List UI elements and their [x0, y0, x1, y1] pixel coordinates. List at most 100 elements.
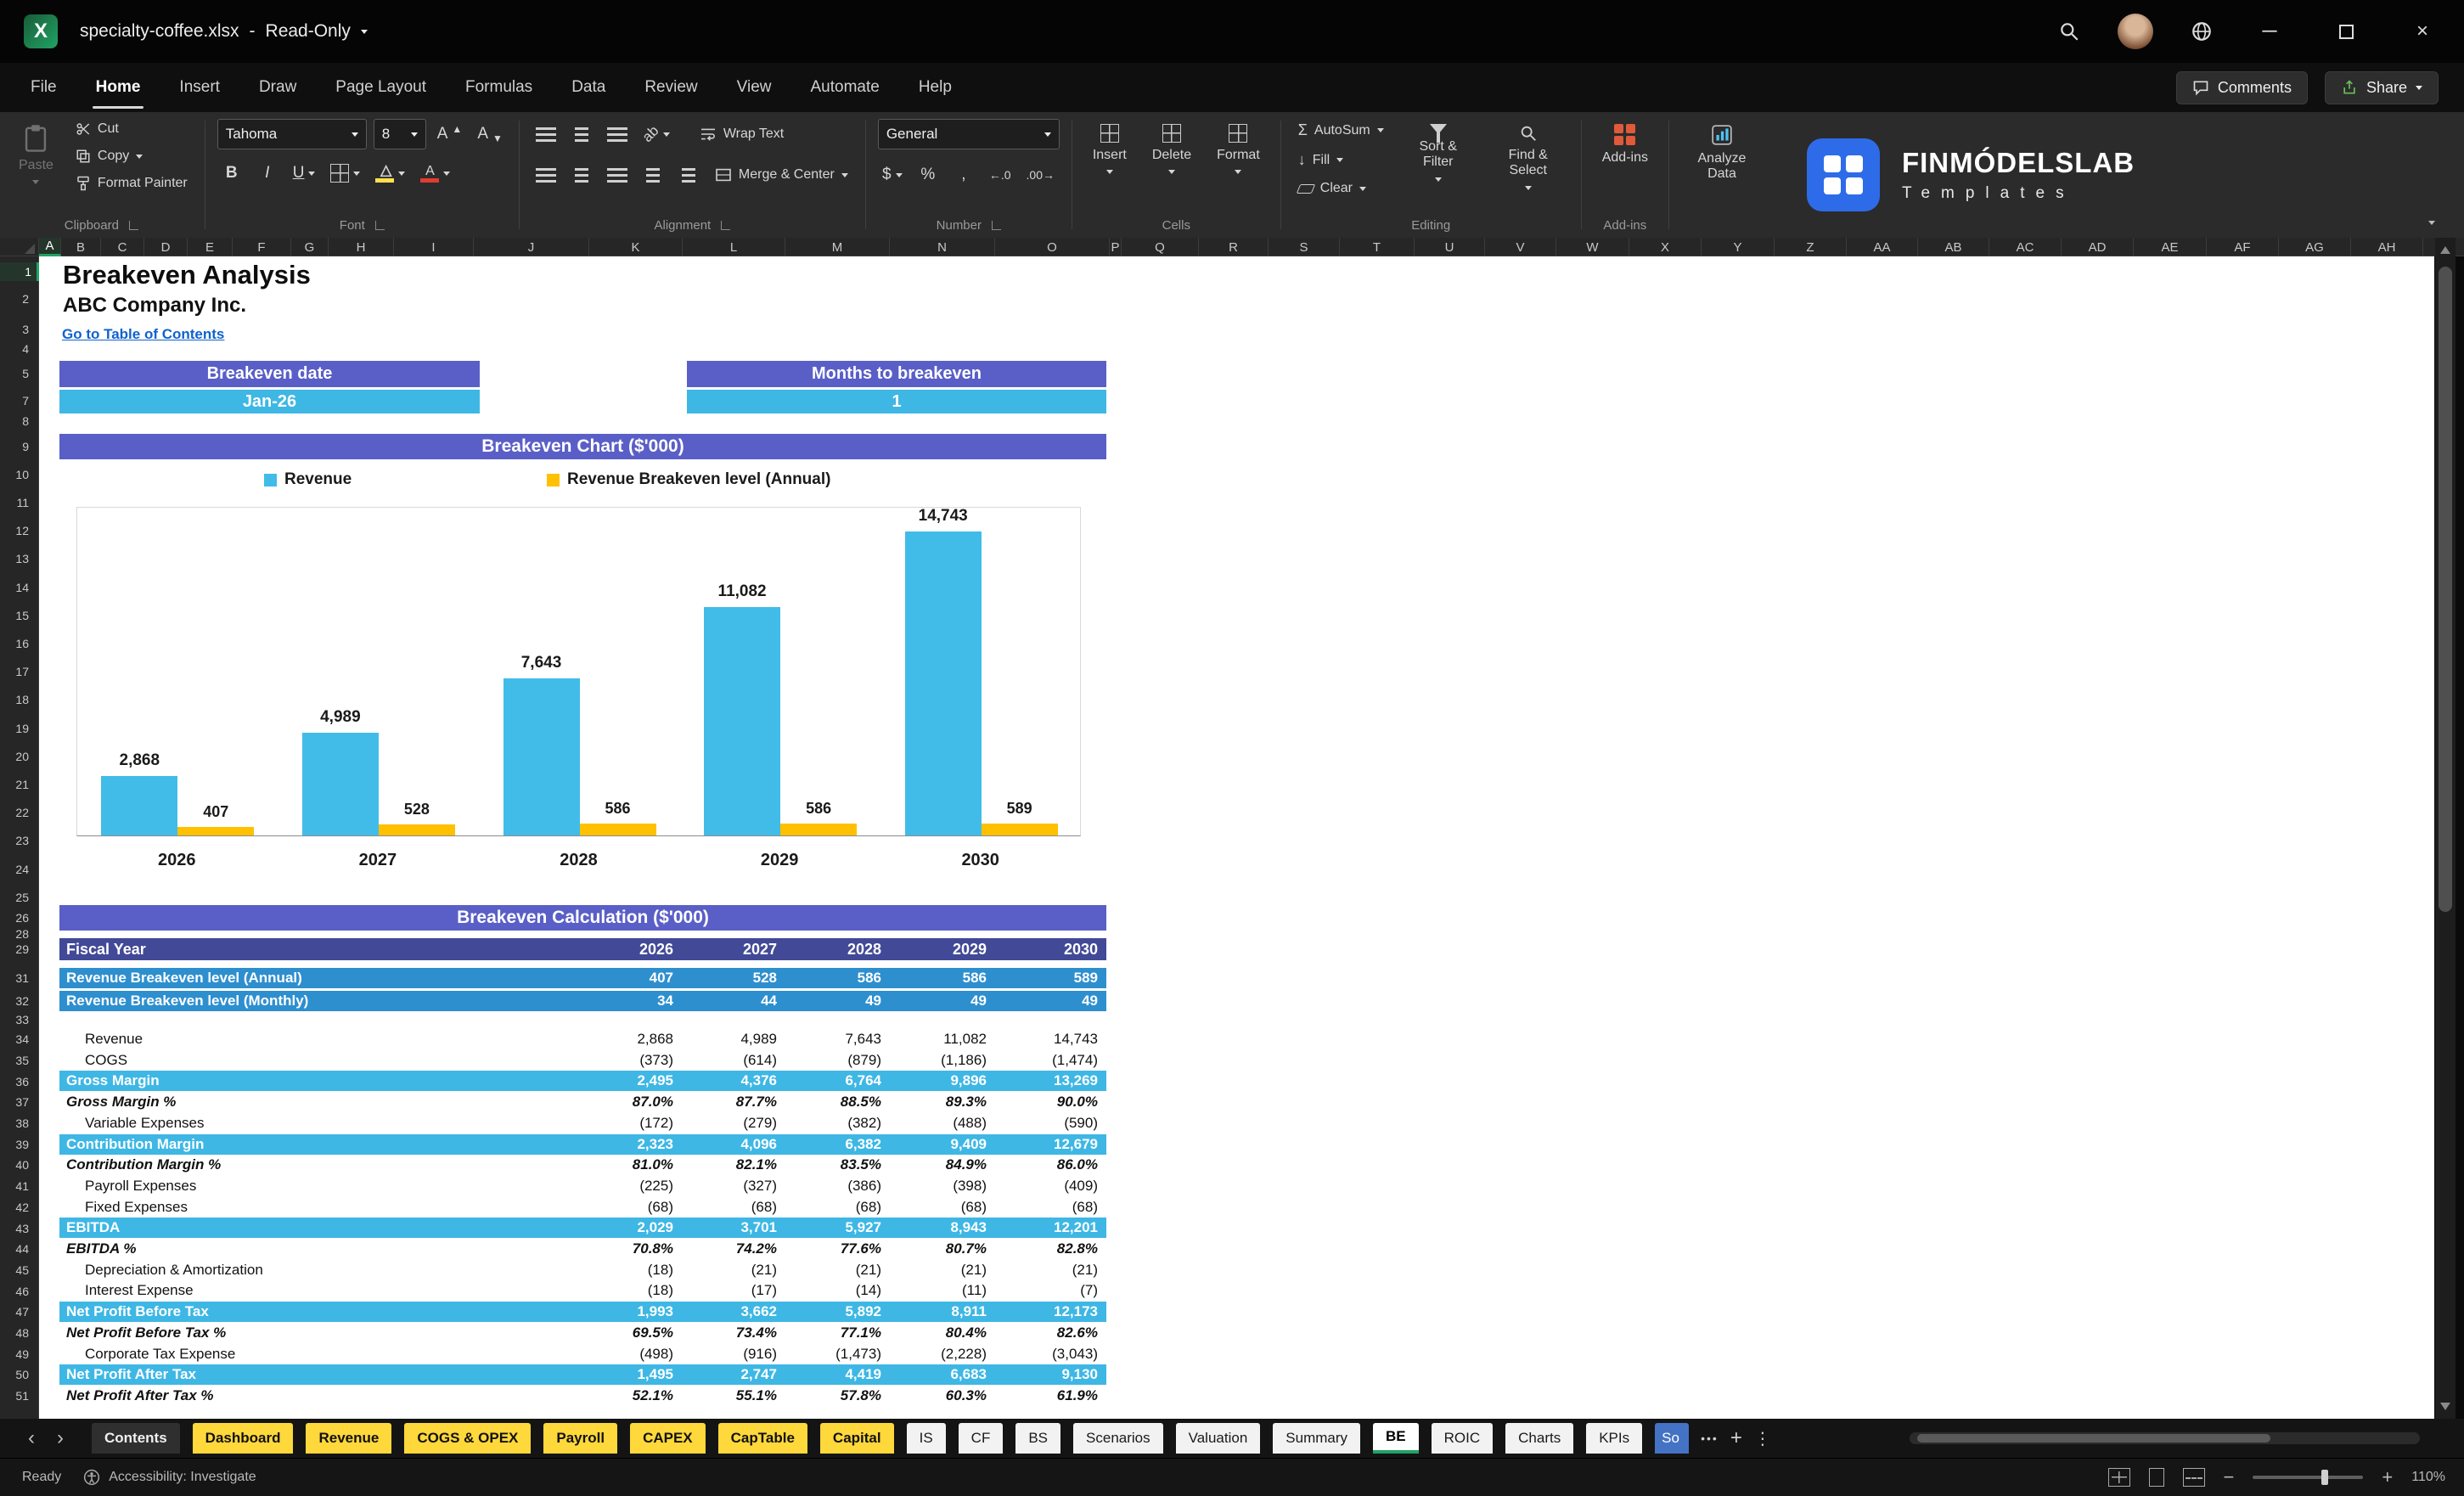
- align-center-button[interactable]: [567, 160, 596, 190]
- row-header-16[interactable]: 16: [0, 634, 34, 653]
- row-header-23[interactable]: 23: [0, 831, 34, 850]
- font-name-select[interactable]: Tahoma: [217, 119, 367, 149]
- row-header-51[interactable]: 51: [0, 1386, 34, 1405]
- column-header-O[interactable]: O: [995, 238, 1110, 256]
- user-avatar[interactable]: [2118, 14, 2153, 49]
- row-header-17[interactable]: 17: [0, 662, 34, 681]
- column-header-A[interactable]: A: [39, 238, 61, 256]
- sheet-tab-captable[interactable]: CapTable: [717, 1423, 807, 1454]
- bold-button[interactable]: B: [217, 158, 246, 188]
- menu-tab-formulas[interactable]: Formulas: [450, 63, 548, 112]
- column-header-E[interactable]: E: [188, 238, 233, 256]
- sheet-tab-kpis[interactable]: KPIs: [1586, 1423, 1643, 1454]
- normal-view-button[interactable]: [2107, 1468, 2130, 1487]
- format-cells-button[interactable]: Format: [1208, 119, 1269, 179]
- delete-cells-button[interactable]: Delete: [1144, 119, 1200, 179]
- sheet-tab-dashboard[interactable]: Dashboard: [192, 1423, 294, 1454]
- clipboard-dialog-launcher-icon[interactable]: [128, 221, 138, 230]
- paste-button[interactable]: Paste: [10, 119, 62, 194]
- accessibility-status[interactable]: Accessibility: Investigate: [83, 1469, 256, 1486]
- align-left-button[interactable]: [532, 160, 560, 190]
- row-header-35[interactable]: 35: [0, 1051, 34, 1070]
- row-header-29[interactable]: 29: [0, 940, 34, 959]
- row-header-47[interactable]: 47: [0, 1302, 34, 1321]
- sheet-tab-is[interactable]: IS: [906, 1423, 946, 1454]
- column-header-AH[interactable]: AH: [2351, 238, 2423, 256]
- zoom-level[interactable]: 110%: [2411, 1470, 2445, 1485]
- row-header-20[interactable]: 20: [0, 747, 34, 766]
- sheet-tab-be[interactable]: BE: [1373, 1423, 1419, 1454]
- row-header-9[interactable]: 9: [0, 437, 34, 456]
- sheet-tab-roic[interactable]: ROIC: [1431, 1423, 1494, 1454]
- row-header-48[interactable]: 48: [0, 1324, 34, 1342]
- column-header-AA[interactable]: AA: [1847, 238, 1918, 256]
- zoom-in-button[interactable]: +: [2382, 1466, 2393, 1488]
- decrease-font-button[interactable]: A ▼: [473, 119, 507, 149]
- row-header-11[interactable]: 11: [0, 493, 34, 512]
- menu-tab-insert[interactable]: Insert: [164, 63, 235, 112]
- column-header-AF[interactable]: AF: [2207, 238, 2279, 256]
- scroll-down-icon[interactable]: [2440, 1403, 2450, 1410]
- font-color-button[interactable]: A: [416, 158, 454, 188]
- row-header-25[interactable]: 25: [0, 888, 34, 907]
- sheet-tab-charts[interactable]: Charts: [1505, 1423, 1574, 1454]
- column-header-P[interactable]: P: [1110, 238, 1122, 256]
- row-header-41[interactable]: 41: [0, 1177, 34, 1195]
- menu-tab-data[interactable]: Data: [556, 63, 621, 112]
- column-header-AC[interactable]: AC: [1989, 238, 2062, 256]
- cut-button[interactable]: Cut: [70, 119, 193, 139]
- vertical-scrollbar[interactable]: [2435, 238, 2456, 1419]
- search-icon[interactable]: [2058, 20, 2080, 42]
- title-chevron-down-icon[interactable]: [360, 29, 368, 34]
- table-of-contents-link[interactable]: Go to Table of Contents: [62, 326, 224, 343]
- column-header-Q[interactable]: Q: [1122, 238, 1199, 256]
- column-header-C[interactable]: C: [101, 238, 144, 256]
- row-header-2[interactable]: 2: [0, 290, 34, 308]
- share-button[interactable]: Share: [2324, 70, 2439, 104]
- row-header-34[interactable]: 34: [0, 1030, 34, 1049]
- column-header-B[interactable]: B: [61, 238, 101, 256]
- row-header-45[interactable]: 45: [0, 1261, 34, 1279]
- percent-format-button[interactable]: %: [914, 160, 942, 190]
- text-orientation-button[interactable]: ab: [639, 119, 674, 149]
- row-header-38[interactable]: 38: [0, 1114, 34, 1133]
- add-sheet-button[interactable]: +: [1730, 1426, 1742, 1450]
- sheet-tab-scenarios[interactable]: Scenarios: [1073, 1423, 1163, 1454]
- next-sheet-button[interactable]: ›: [46, 1426, 75, 1450]
- sheet-tab-so[interactable]: So: [1655, 1423, 1690, 1454]
- increase-indent-button[interactable]: [674, 160, 703, 190]
- autosum-button[interactable]: Σ AutoSum: [1293, 119, 1389, 142]
- sheet-tab-revenue[interactable]: Revenue: [306, 1423, 392, 1454]
- clear-button[interactable]: Clear: [1293, 178, 1389, 199]
- page-break-view-button[interactable]: [2182, 1468, 2205, 1487]
- increase-font-button[interactable]: A ▲: [433, 119, 467, 149]
- row-header-33[interactable]: 33: [0, 1010, 34, 1029]
- wrap-text-button[interactable]: Wrap Text: [695, 124, 789, 144]
- scroll-up-icon[interactable]: [2440, 246, 2450, 254]
- row-header-15[interactable]: 15: [0, 606, 34, 625]
- more-sheets-button[interactable]: •••: [1701, 1431, 1719, 1445]
- align-bottom-button[interactable]: [603, 119, 632, 149]
- collapse-ribbon-button[interactable]: [2428, 216, 2435, 231]
- column-header-S[interactable]: S: [1269, 238, 1340, 256]
- row-header-43[interactable]: 43: [0, 1219, 34, 1238]
- currency-format-button[interactable]: $: [878, 160, 907, 190]
- row-header-18[interactable]: 18: [0, 690, 34, 709]
- row-header-12[interactable]: 12: [0, 521, 34, 540]
- row-header-31[interactable]: 31: [0, 969, 34, 987]
- align-middle-button[interactable]: [567, 119, 596, 149]
- globe-icon[interactable]: [2191, 20, 2213, 42]
- menu-tab-view[interactable]: View: [722, 63, 787, 112]
- sheet-tab-payroll[interactable]: Payroll: [543, 1423, 618, 1454]
- sheet-tab-capital[interactable]: Capital: [819, 1423, 894, 1454]
- prev-sheet-button[interactable]: ‹: [17, 1426, 46, 1450]
- horizontal-scrollbar[interactable]: [1910, 1432, 2420, 1444]
- sort-filter-button[interactable]: Sort & Filter: [1398, 119, 1479, 199]
- align-right-button[interactable]: [603, 160, 632, 190]
- minimize-button[interactable]: ─: [2250, 12, 2289, 51]
- tab-splitter-handle[interactable]: ⋮: [1754, 1428, 1771, 1449]
- menu-tab-file[interactable]: File: [15, 63, 72, 112]
- row-header-4[interactable]: 4: [0, 340, 34, 358]
- sheet-canvas[interactable]: Breakeven Analysis ABC Company Inc. Go t…: [39, 256, 2434, 1419]
- font-dialog-launcher-icon[interactable]: [374, 221, 385, 230]
